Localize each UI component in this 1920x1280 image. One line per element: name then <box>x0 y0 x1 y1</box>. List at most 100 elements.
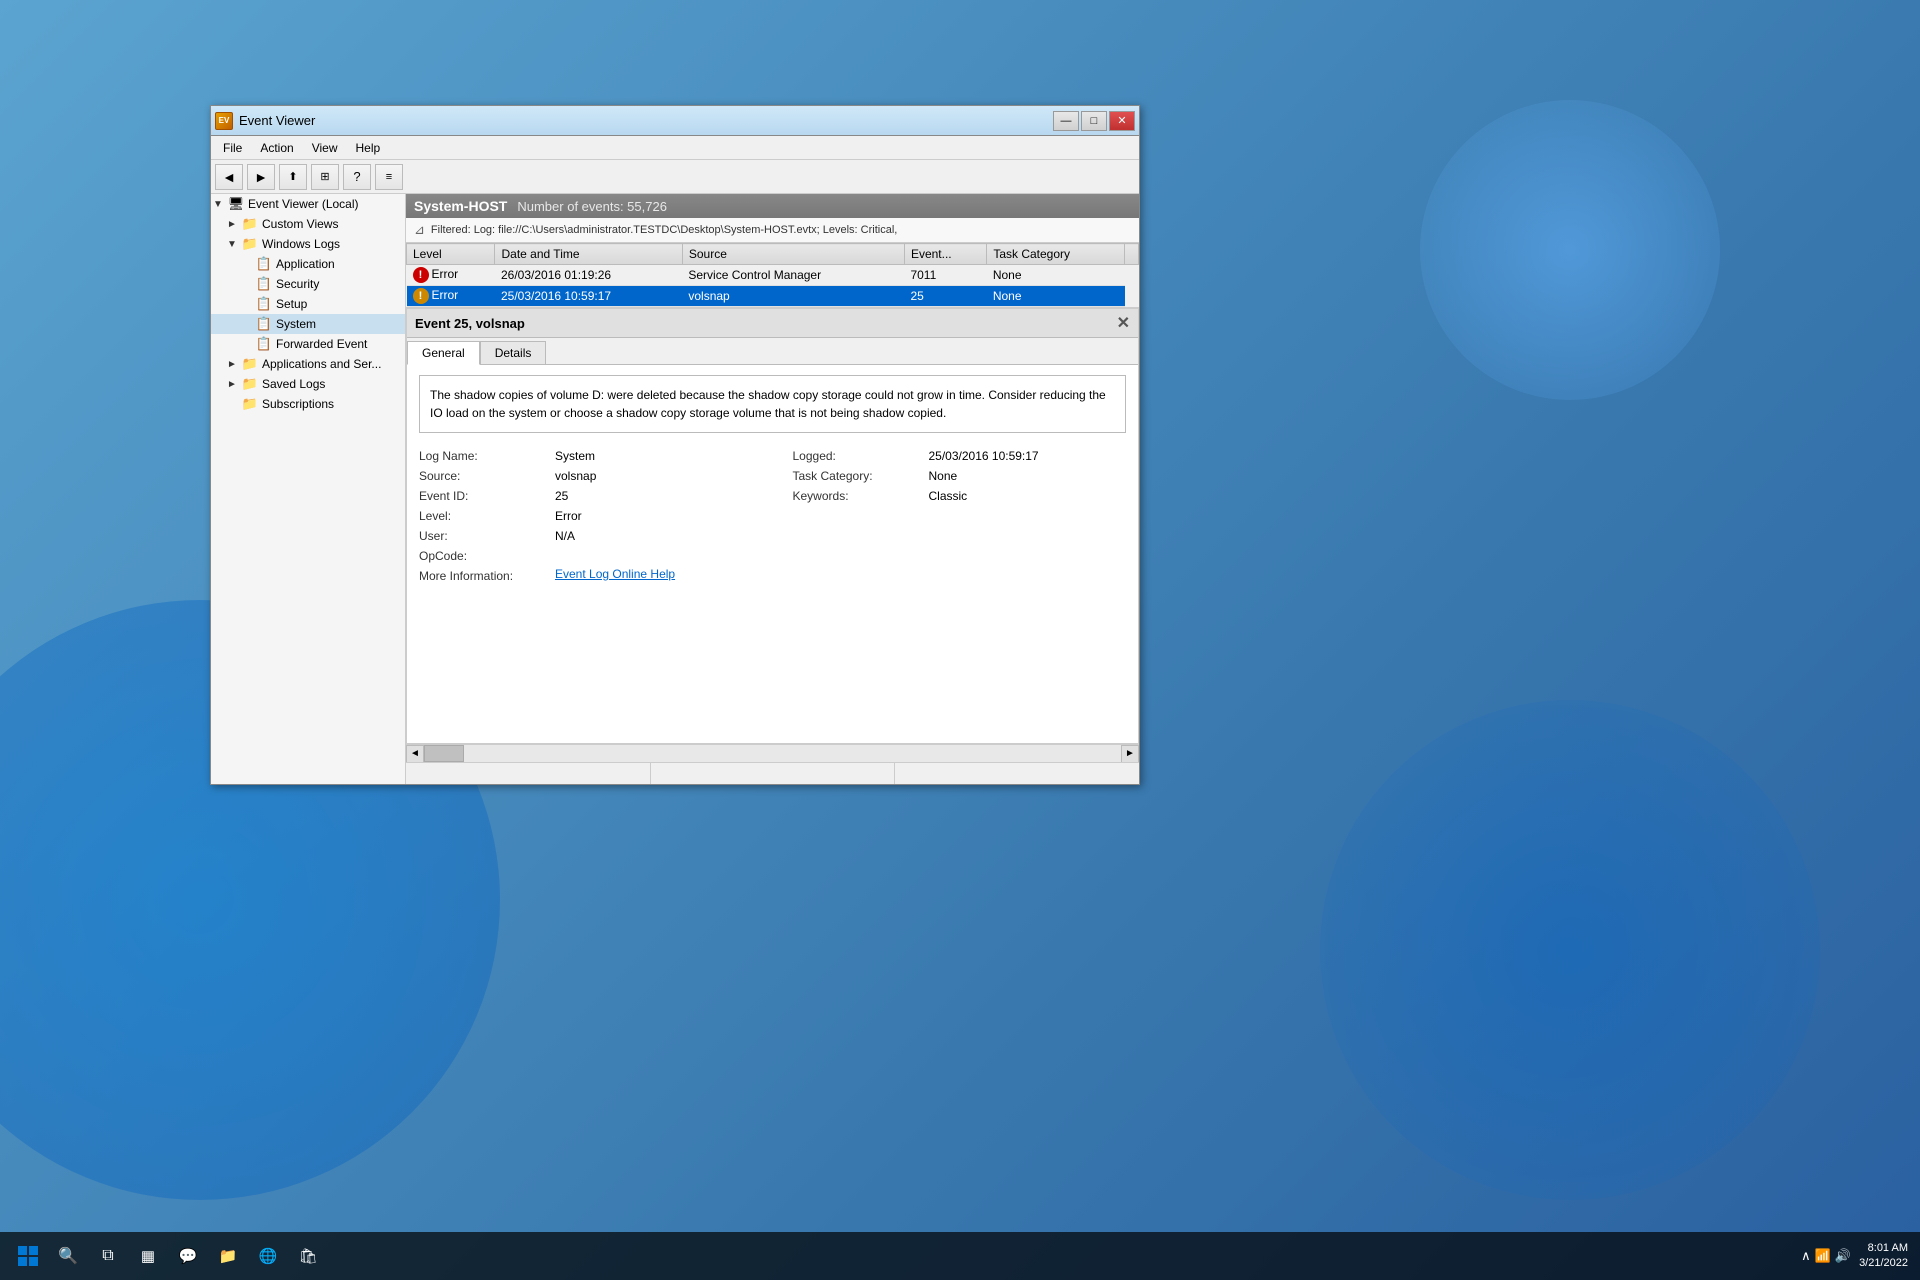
minimize-button[interactable]: — <box>1053 111 1079 131</box>
volume-icon[interactable]: 🔊 <box>1835 1248 1851 1264</box>
file-explorer-button[interactable]: 📁 <box>212 1240 244 1272</box>
tab-general[interactable]: General <box>407 341 480 365</box>
detail-message-box: The shadow copies of volume D: were dele… <box>419 375 1126 433</box>
sidebar-item-custom-views[interactable]: ► 📁 Custom Views <box>211 214 405 234</box>
subscriptions-label: Subscriptions <box>262 397 334 411</box>
menu-bar: File Action View Help <box>211 136 1139 160</box>
more-info-link[interactable]: Event Log Online Help <box>555 567 675 585</box>
title-bar-buttons: — □ ✕ <box>1053 111 1135 131</box>
sidebar-item-forwarded-event[interactable]: 📋 Forwarded Event <box>211 334 405 354</box>
security-icon: 📋 <box>255 276 273 292</box>
clock-date: 3/21/2022 <box>1859 1256 1908 1271</box>
setup-label: Setup <box>276 297 307 311</box>
scroll-track[interactable] <box>424 745 1121 762</box>
sidebar-item-saved-logs[interactable]: ► 📁 Saved Logs <box>211 374 405 394</box>
menu-file[interactable]: File <box>215 139 250 157</box>
sidebar-item-root[interactable]: ▼ 🖥 Event Viewer (Local) <box>211 194 405 214</box>
saved-logs-arrow: ► <box>227 379 241 390</box>
widgets-button[interactable]: ▦ <box>132 1240 164 1272</box>
network-icon[interactable]: 📶 <box>1815 1248 1831 1264</box>
meta-more-info: More Information: Event Log Online Help <box>419 567 773 585</box>
detail-message: The shadow copies of volume D: were dele… <box>430 388 1106 420</box>
title-bar-left: EV Event Viewer <box>215 112 315 130</box>
sidebar-item-apps-services[interactable]: ► 📁 Applications and Ser... <box>211 354 405 374</box>
event-id-label: Event ID: <box>419 487 549 505</box>
store-button[interactable]: 🛍 <box>292 1240 324 1272</box>
start-button[interactable] <box>12 1240 44 1272</box>
show-hide-console-button[interactable]: ⊞ <box>311 164 339 190</box>
col-scroll-spacer <box>1125 244 1139 265</box>
sidebar-item-system[interactable]: 📋 System <box>211 314 405 334</box>
col-level[interactable]: Level <box>407 244 495 265</box>
chevron-up-icon[interactable]: ∧ <box>1801 1248 1811 1264</box>
bottom-scrollbar[interactable]: ◄ ► <box>406 744 1139 762</box>
help-button[interactable]: ? <box>343 164 371 190</box>
logged-value: 25/03/2016 10:59:17 <box>929 447 1039 465</box>
menu-view[interactable]: View <box>304 139 346 157</box>
close-button[interactable]: ✕ <box>1109 111 1135 131</box>
meta-user: User: N/A <box>419 527 773 545</box>
saved-logs-label: Saved Logs <box>262 377 325 391</box>
app-icon: EV <box>215 112 233 130</box>
panel-header: System-HOST Number of events: 55,726 <box>406 194 1139 218</box>
scroll-left-button[interactable]: ◄ <box>406 745 424 763</box>
system-label: System <box>276 317 316 331</box>
event-id-value: 25 <box>555 487 568 505</box>
properties-button[interactable]: ≡ <box>375 164 403 190</box>
bg-decoration-2 <box>1320 700 1820 1200</box>
bg-decoration-3 <box>1420 100 1720 400</box>
custom-views-icon: 📁 <box>241 216 259 232</box>
up-button[interactable]: ⬆ <box>279 164 307 190</box>
scroll-thumb[interactable] <box>424 745 464 762</box>
right-panel: System-HOST Number of events: 55,726 ⊿ F… <box>406 194 1139 784</box>
menu-action[interactable]: Action <box>252 139 301 157</box>
meta-event-id: Event ID: 25 <box>419 487 773 505</box>
root-arrow: ▼ <box>213 199 227 210</box>
sidebar-item-application[interactable]: 📋 Application <box>211 254 405 274</box>
sidebar-item-security[interactable]: 📋 Security <box>211 274 405 294</box>
detail-close-button[interactable]: ✕ <box>1117 313 1130 333</box>
scroll-right-button[interactable]: ► <box>1121 745 1139 763</box>
status-section-1 <box>406 763 651 784</box>
windows-logs-icon: 📁 <box>241 236 259 252</box>
error-icon-1: ! <box>413 267 429 283</box>
col-task-category[interactable]: Task Category <box>987 244 1125 265</box>
clock-time: 8:01 AM <box>1859 1241 1908 1256</box>
table-row[interactable]: !Error 25/03/2016 10:59:17 volsnap 25 No… <box>407 286 1139 307</box>
back-button[interactable]: ◄ <box>215 164 243 190</box>
log-name-label: Log Name: <box>419 447 549 465</box>
taskbar-right: ∧ 📶 🔊 8:01 AM 3/21/2022 <box>1801 1241 1908 1272</box>
col-source[interactable]: Source <box>682 244 904 265</box>
sidebar-item-windows-logs[interactable]: ▼ 📁 Windows Logs <box>211 234 405 254</box>
search-button[interactable]: 🔍 <box>52 1240 84 1272</box>
window-title: Event Viewer <box>239 113 315 128</box>
forwarded-icon: 📋 <box>255 336 273 352</box>
panel-event-count: Number of events: 55,726 <box>517 199 667 214</box>
row2-level: !Error <box>407 286 495 307</box>
meta-source: Source: volsnap <box>419 467 773 485</box>
toolbar: ◄ ► ⬆ ⊞ ? ≡ <box>211 160 1139 194</box>
event-table-wrapper[interactable]: Level Date and Time Source Event... Task… <box>406 243 1139 308</box>
sidebar-item-subscriptions[interactable]: 📁 Subscriptions <box>211 394 405 414</box>
chat-button[interactable]: 💬 <box>172 1240 204 1272</box>
taskbar-clock[interactable]: 8:01 AM 3/21/2022 <box>1859 1241 1908 1272</box>
maximize-button[interactable]: □ <box>1081 111 1107 131</box>
sidebar-item-setup[interactable]: 📋 Setup <box>211 294 405 314</box>
col-event[interactable]: Event... <box>904 244 986 265</box>
task-category-label: Task Category: <box>793 467 923 485</box>
forward-button[interactable]: ► <box>247 164 275 190</box>
detail-panel: Event 25, volsnap ✕ General Details The … <box>406 308 1139 744</box>
meta-right: Logged: 25/03/2016 10:59:17 Task Categor… <box>773 447 1127 585</box>
tab-details[interactable]: Details <box>480 341 547 364</box>
menu-help[interactable]: Help <box>348 139 389 157</box>
application-icon: 📋 <box>255 256 273 272</box>
table-row[interactable]: !Error 26/03/2016 01:19:26 Service Contr… <box>407 265 1139 286</box>
title-bar: EV Event Viewer — □ ✕ <box>211 106 1139 136</box>
level-value: Error <box>555 507 582 525</box>
detail-tabs: General Details <box>407 338 1138 365</box>
event-viewer-window: EV Event Viewer — □ ✕ File Action View H… <box>210 105 1140 785</box>
error-icon-2: ! <box>413 288 429 304</box>
task-view-button[interactable]: ⧉ <box>92 1240 124 1272</box>
col-datetime[interactable]: Date and Time <box>495 244 682 265</box>
edge-browser-button[interactable]: 🌐 <box>252 1240 284 1272</box>
